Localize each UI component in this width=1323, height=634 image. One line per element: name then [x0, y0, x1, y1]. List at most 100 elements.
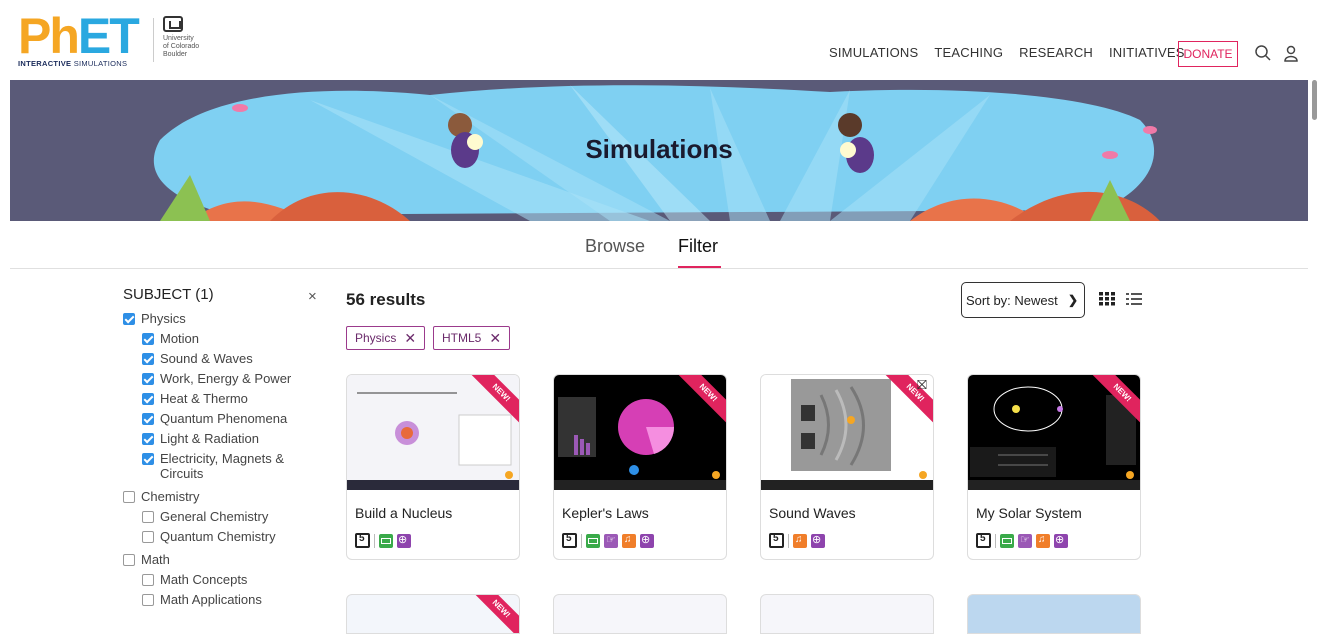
sim-title[interactable]: Kepler's Laws [562, 505, 649, 521]
badge-separator [995, 533, 996, 548]
html5-icon [562, 533, 577, 548]
subject-topic-item[interactable]: Heat & Thermo [142, 391, 302, 406]
subject-topic-item[interactable]: Electricity, Magnets & Circuits [142, 451, 302, 481]
search-icon[interactable] [1254, 44, 1272, 62]
checkbox[interactable] [142, 413, 154, 425]
new-ribbon: NEW! [467, 595, 519, 633]
remove-chip-icon[interactable]: ✕ [404, 330, 416, 347]
html5-icon [769, 533, 784, 548]
subject-topic-item[interactable]: Quantum Chemistry [142, 529, 302, 544]
subject-topic-item[interactable]: Sound & Waves [142, 351, 302, 366]
logo-tagline: INTERACTIVE SIMULATIONS [18, 59, 128, 68]
sim-title[interactable]: Build a Nucleus [355, 505, 452, 521]
subject-topic-item[interactable]: Light & Radiation [142, 431, 302, 446]
sim-thumbnail[interactable]: NEW! [554, 375, 726, 490]
site-header: PhET INTERACTIVE SIMULATIONS University … [0, 0, 1323, 80]
nav-initiatives[interactable]: INITIATIVES [1109, 45, 1185, 60]
user-icon[interactable] [1282, 44, 1300, 62]
filter-chip-physics[interactable]: Physics ✕ [346, 326, 426, 350]
sim-thumbnail[interactable]: NEW! ⛝ [761, 375, 933, 490]
checkbox-label: Light & Radiation [160, 431, 260, 446]
hero-banner: Simulations [10, 80, 1308, 221]
checkbox[interactable] [142, 373, 154, 385]
subject-topic-item[interactable]: Work, Energy & Power [142, 371, 302, 386]
feature-badges [355, 533, 411, 548]
list-view-icon[interactable] [1126, 292, 1142, 306]
zoom-icon [640, 533, 654, 548]
subject-checkbox-list: Physics Motion Sound & Waves Work, Energy &… [123, 311, 333, 607]
subject-filter-header[interactable]: SUBJECT (1) [123, 286, 333, 303]
sound-icon [622, 533, 636, 548]
nav-simulations[interactable]: SIMULATIONS [829, 45, 918, 60]
donate-button[interactable]: DONATE [1178, 41, 1238, 67]
badge-separator [788, 533, 789, 548]
keyboard-icon [586, 533, 600, 548]
subject-topic-item[interactable]: Motion [142, 331, 302, 346]
sim-card-keplers-laws[interactable]: NEW! Kepler's Laws [553, 374, 727, 560]
checkbox-label: Sound & Waves [160, 351, 253, 366]
checkbox[interactable] [142, 594, 154, 606]
checkbox[interactable] [123, 313, 135, 325]
tab-browse[interactable]: Browse [585, 236, 645, 257]
sim-card-partial[interactable] [553, 594, 727, 634]
subject-chemistry[interactable]: Chemistry [123, 489, 333, 504]
subject-topic-item[interactable]: Math Applications [142, 592, 302, 607]
subject-math[interactable]: Math [123, 552, 333, 567]
filter-sidebar: SUBJECT (1) × Physics Motion Sound & Waves… [123, 286, 333, 607]
checkbox[interactable] [142, 393, 154, 405]
sim-card-partial[interactable]: NEW! [346, 594, 520, 634]
subject-physics[interactable]: Physics [123, 311, 333, 326]
grid-view-icon[interactable] [1099, 292, 1115, 306]
checkbox[interactable] [142, 511, 154, 523]
nav-teaching[interactable]: TEACHING [934, 45, 1003, 60]
nav-research[interactable]: RESEARCH [1019, 45, 1093, 60]
checkbox-label: Electricity, Magnets & Circuits [160, 451, 285, 481]
subject-topic-item[interactable]: Math Concepts [142, 572, 302, 587]
sort-select[interactable]: Sort by: Newest ❯ [961, 282, 1085, 318]
feature-badges [976, 533, 1068, 548]
checkbox[interactable] [123, 491, 135, 503]
sim-card-partial[interactable] [967, 594, 1141, 634]
results-count: 56 results [346, 290, 426, 309]
sim-thumbnail[interactable]: NEW! [968, 375, 1140, 490]
keyboard-icon [1000, 533, 1014, 548]
filter-chip-html5[interactable]: HTML5 ✕ [433, 326, 511, 350]
checkbox-label: Chemistry [141, 489, 200, 504]
pointer-icon [604, 533, 618, 548]
checkbox[interactable] [142, 574, 154, 586]
sim-card-partial[interactable] [760, 594, 934, 634]
chevron-down-icon: ❯ [1067, 293, 1078, 307]
tab-filter[interactable]: Filter [678, 236, 718, 257]
sim-thumbnail[interactable]: NEW! [347, 375, 519, 490]
logo-divider [153, 18, 154, 62]
checkbox[interactable] [142, 433, 154, 445]
badge-separator [581, 533, 582, 548]
sim-card-build-a-nucleus[interactable]: NEW! Build a Nucleus [346, 374, 520, 560]
sim-title[interactable]: Sound Waves [769, 505, 856, 521]
cu-mark-icon [163, 16, 183, 32]
remove-chip-icon[interactable]: ✕ [489, 330, 501, 347]
checkbox-label: Quantum Phenomena [160, 411, 288, 426]
main-nav: SIMULATIONS TEACHING RESEARCH INITIATIVE… [829, 45, 1185, 60]
page-title: Simulations [585, 134, 733, 164]
checkbox[interactable] [123, 554, 135, 566]
checkbox-label: Physics [141, 311, 186, 326]
page-scrollbar[interactable] [1312, 80, 1317, 120]
sim-card-my-solar-system[interactable]: NEW! My Solar System [967, 374, 1141, 560]
checkbox-label: Math [141, 552, 170, 567]
phet-logo[interactable]: PhET INTERACTIVE SIMULATIONS [18, 11, 143, 68]
subject-topic-item[interactable]: General Chemistry [142, 509, 302, 524]
sim-title[interactable]: My Solar System [976, 505, 1082, 521]
subject-topic-item[interactable]: Quantum Phenomena [142, 411, 302, 426]
checkbox-label: Motion [160, 331, 200, 346]
cu-boulder-logo[interactable]: University of Colorado Boulder [163, 16, 223, 66]
checkbox[interactable] [142, 453, 154, 465]
checkbox[interactable] [142, 333, 154, 345]
checkbox[interactable] [142, 353, 154, 365]
checkbox-label: General Chemistry [160, 509, 269, 524]
checkbox[interactable] [142, 531, 154, 543]
pointer-icon [1018, 533, 1032, 548]
clear-subject-icon[interactable]: × [308, 288, 317, 305]
keyboard-icon [379, 533, 393, 548]
sim-card-sound-waves[interactable]: NEW! ⛝ Sound Waves [760, 374, 934, 560]
